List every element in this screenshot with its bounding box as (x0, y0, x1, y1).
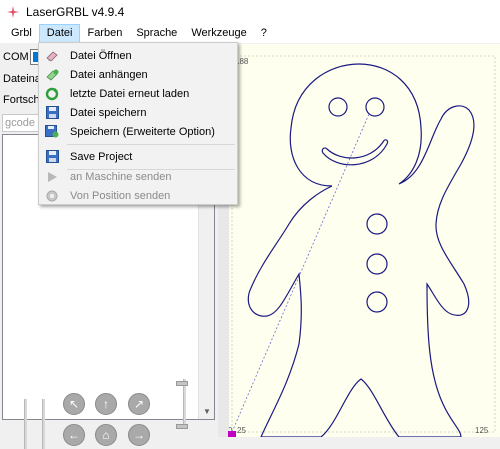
z-slider-thumb-lower[interactable] (176, 424, 188, 429)
menu-item-save-advanced[interactable]: Speichern (Erweiterte Option) (41, 122, 235, 141)
jog-up-right-button[interactable]: ↗ (128, 393, 150, 415)
left-eye (328, 97, 348, 117)
floppy-icon (44, 105, 60, 121)
menu-werkzeuge[interactable]: Werkzeuge (184, 24, 253, 43)
preview-canvas[interactable]: 188 25 125 100 40 20 0 (228, 44, 500, 437)
menu-grbl[interactable]: Grbl (4, 24, 39, 43)
menu-farben[interactable]: Farben (80, 24, 129, 43)
ruler-label-bottom-right: 125 (475, 426, 489, 435)
jog-right-button[interactable]: → (128, 424, 150, 446)
origin-marker (228, 431, 236, 437)
jog-left-button[interactable]: ← (63, 424, 85, 446)
file-menu-dropdown: Datei Öffnen Datei anhängen letzte Datei… (38, 42, 238, 205)
title-bar: LaserGRBL v4.9.4 (0, 0, 500, 24)
menu-datei[interactable]: Datei (38, 24, 81, 43)
menu-separator-1 (67, 144, 235, 145)
body-button-1 (366, 213, 388, 235)
rapid-path-line (231, 113, 370, 433)
body-button-3 (366, 291, 388, 313)
eraser-add-icon (44, 67, 60, 83)
preview-drawing: 188 25 125 100 40 20 0 (229, 55, 496, 437)
menu-item-send-from-position: Von Position senden (41, 186, 235, 205)
z-slider-thumb[interactable] (176, 381, 188, 386)
menu-item-append-file[interactable]: Datei anhängen (41, 65, 235, 84)
floppy-options-icon (44, 124, 60, 140)
scroll-down-icon[interactable]: ▼ (199, 403, 215, 419)
jog-up-button[interactable]: ↑ (95, 393, 117, 415)
right-eye (365, 97, 385, 117)
step-slider-track[interactable] (42, 399, 45, 449)
gingerbread-outline (247, 63, 475, 437)
ruler-label-bottom-mid: 25 (237, 426, 246, 435)
reload-icon (44, 86, 60, 102)
speed-slider-track[interactable] (24, 399, 27, 449)
menu-sprache[interactable]: Sprache (129, 24, 184, 43)
jog-up-left-button[interactable]: ↖ (63, 393, 85, 415)
com-label: COM (3, 51, 29, 63)
floppy-project-icon (44, 149, 60, 165)
window-title: LaserGRBL v4.9.4 (26, 5, 125, 19)
menu-item-reload-file[interactable]: letzte Datei erneut laden (41, 84, 235, 103)
target-icon (44, 188, 60, 204)
menu-help[interactable]: ? (254, 24, 274, 43)
smile (321, 139, 389, 166)
laser-logo-icon (7, 6, 19, 18)
menu-item-open-file[interactable]: Datei Öffnen (41, 46, 235, 65)
play-icon (44, 169, 60, 185)
menu-item-send-to-machine: an Maschine senden (41, 167, 235, 186)
z-slider-track[interactable] (183, 379, 186, 429)
gcode-input[interactable]: gcode he (2, 114, 42, 132)
menu-item-save-project[interactable]: Save Project (41, 147, 235, 166)
eraser-icon (44, 48, 60, 64)
body-button-2 (366, 253, 388, 275)
menu-item-save-file[interactable]: Datei speichern (41, 103, 235, 122)
menu-bar: Grbl Datei Farben Sprache Werkzeuge ? (0, 24, 500, 43)
jog-home-button[interactable]: ⌂ (95, 424, 117, 446)
